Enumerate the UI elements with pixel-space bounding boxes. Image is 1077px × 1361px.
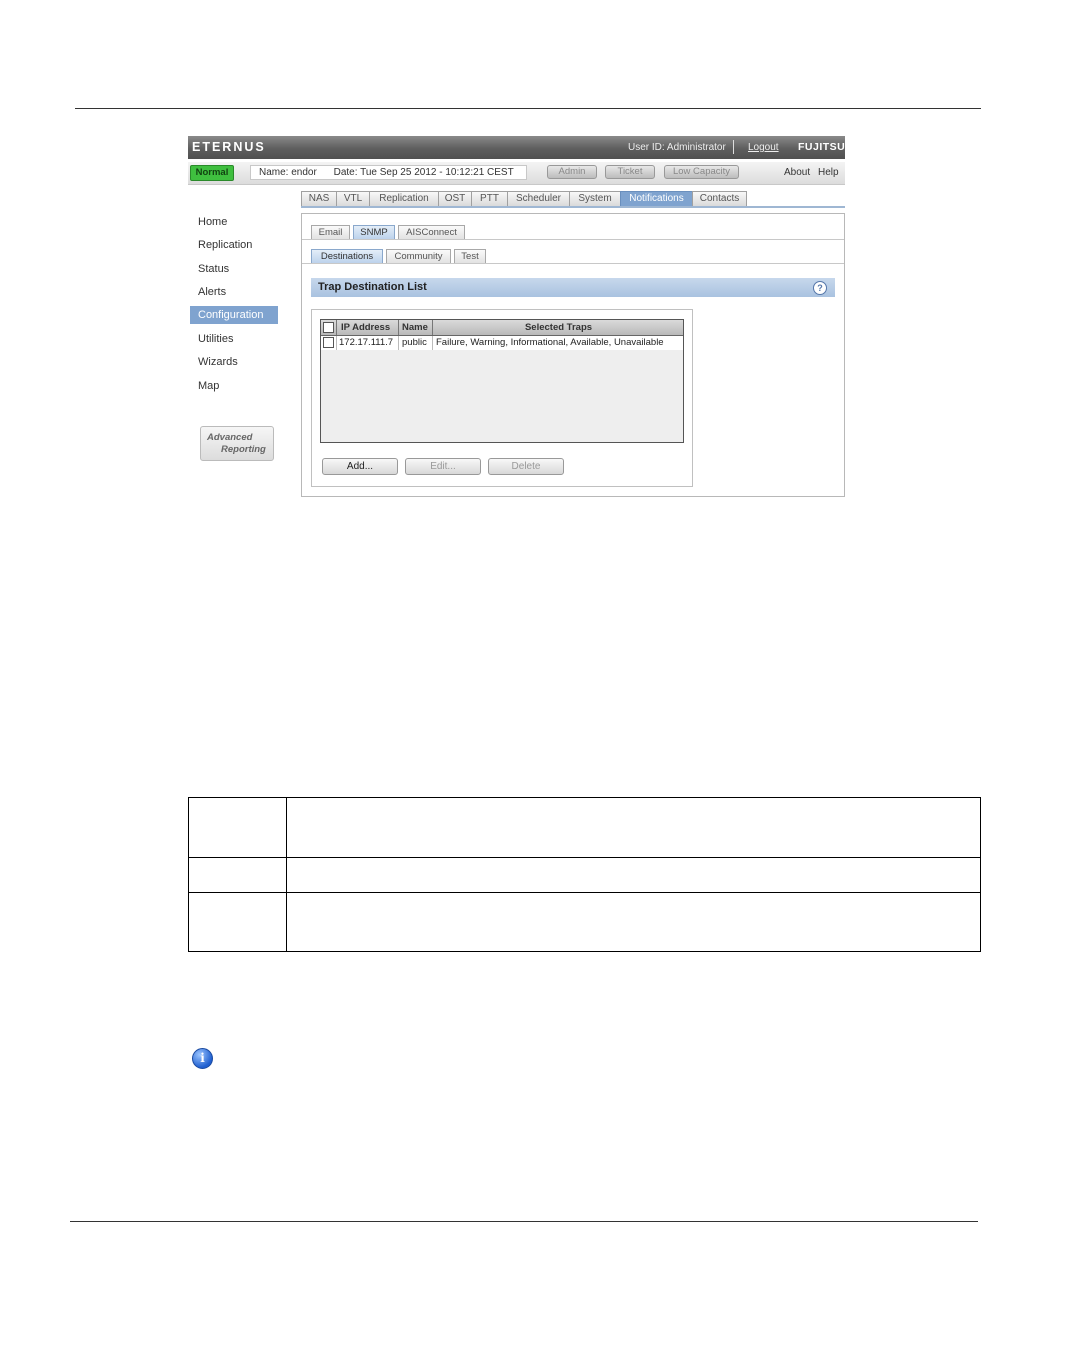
tab-destinations[interactable]: Destinations [311, 249, 383, 263]
add-button[interactable]: Add... [322, 458, 398, 475]
tab-divider [302, 239, 844, 240]
low-capacity-button[interactable]: Low Capacity [664, 165, 739, 179]
bottom-rule [70, 1221, 978, 1222]
row-checkbox-cell [321, 336, 337, 350]
info-icon: i [192, 1048, 213, 1069]
content-panel: Email SNMP AISConnect Destinations Commu… [301, 213, 845, 497]
tab-nas[interactable]: NAS [301, 191, 337, 206]
about-link[interactable]: About [784, 167, 810, 178]
table-header: IP Address Name Selected Traps [321, 320, 683, 336]
table-row[interactable]: 172.17.111.7 public Failure, Warning, In… [321, 336, 683, 350]
eternus-logo: ETERNUS [192, 140, 266, 154]
trap-destination-box: IP Address Name Selected Traps 172.17.11… [311, 309, 693, 487]
fujitsu-logo: FUJITSU [798, 141, 846, 153]
delete-button[interactable]: Delete [488, 458, 564, 475]
tab-notifications[interactable]: Notifications [620, 191, 693, 206]
tab-vtl[interactable]: VTL [336, 191, 370, 206]
section-header: Trap Destination List ? [311, 278, 835, 297]
top-rule [75, 108, 981, 109]
cell-name: public [400, 336, 433, 350]
status-badge: Normal [190, 165, 234, 181]
nav-status[interactable]: Status [198, 263, 229, 275]
edit-button[interactable]: Edit... [405, 458, 481, 475]
tab-system[interactable]: System [569, 191, 621, 206]
cell-ip: 172.17.111.7 [337, 336, 399, 350]
col-ip-address[interactable]: IP Address [337, 320, 399, 335]
tab-aisconnect[interactable]: AISConnect [398, 225, 465, 239]
advanced-reporting-label-2: Reporting [221, 444, 266, 455]
tab-ost[interactable]: OST [438, 191, 472, 206]
tab-snmp[interactable]: SNMP [353, 225, 395, 239]
system-info: Name: endor Date: Tue Sep 25 2012 - 10:1… [250, 165, 527, 180]
help-link[interactable]: Help [818, 167, 839, 178]
user-id-label: User ID: Administrator [628, 142, 726, 153]
advanced-reporting-button[interactable]: Advanced Reporting [200, 426, 274, 461]
section-title: Trap Destination List [318, 281, 427, 293]
select-all-checkbox[interactable] [323, 322, 334, 333]
nav-alerts[interactable]: Alerts [198, 286, 226, 298]
nav-configuration[interactable]: Configuration [190, 306, 278, 324]
system-name: Name: endor [259, 167, 317, 178]
tab-contacts[interactable]: Contacts [692, 191, 747, 206]
tab-test[interactable]: Test [454, 249, 486, 263]
main-tabs: NAS VTL Replication OST PTT Scheduler Sy… [301, 191, 845, 208]
logout-link[interactable]: Logout [748, 142, 779, 153]
tab-ptt[interactable]: PTT [471, 191, 508, 206]
table-row-divider [189, 857, 980, 858]
row-checkbox[interactable] [323, 337, 334, 348]
nav-map[interactable]: Map [198, 380, 219, 392]
nav-utilities[interactable]: Utilities [198, 333, 233, 345]
cell-traps: Failure, Warning, Informational, Availab… [436, 337, 664, 348]
trap-table: IP Address Name Selected Traps 172.17.11… [320, 319, 684, 443]
nav-home[interactable]: Home [198, 216, 227, 228]
tab-email[interactable]: Email [311, 225, 350, 239]
eternus-screenshot: ETERNUS User ID: Administrator Logout FU… [188, 136, 845, 497]
tab-replication[interactable]: Replication [369, 191, 439, 206]
advanced-reporting-label-1: Advanced [207, 432, 253, 443]
system-date: Date: Tue Sep 25 2012 - 10:12:21 CEST [333, 167, 514, 178]
table-row-divider [189, 892, 980, 893]
description-table [188, 797, 981, 952]
table-column-divider [286, 798, 287, 951]
nav-wizards[interactable]: Wizards [198, 356, 238, 368]
status-bar: Normal Name: endor Date: Tue Sep 25 2012… [188, 162, 845, 185]
tab-scheduler[interactable]: Scheduler [507, 191, 570, 206]
top-bar: ETERNUS User ID: Administrator Logout FU… [188, 136, 845, 159]
tab-community[interactable]: Community [386, 249, 451, 263]
divider [733, 140, 734, 154]
ticket-button[interactable]: Ticket [605, 165, 655, 179]
col-selected-traps[interactable]: Selected Traps [434, 320, 683, 335]
col-name[interactable]: Name [400, 320, 433, 335]
subtab-divider [302, 263, 844, 264]
help-icon[interactable]: ? [813, 281, 827, 295]
nav-replication[interactable]: Replication [198, 239, 252, 251]
admin-button[interactable]: Admin [547, 165, 597, 179]
select-all-cell [321, 320, 337, 335]
